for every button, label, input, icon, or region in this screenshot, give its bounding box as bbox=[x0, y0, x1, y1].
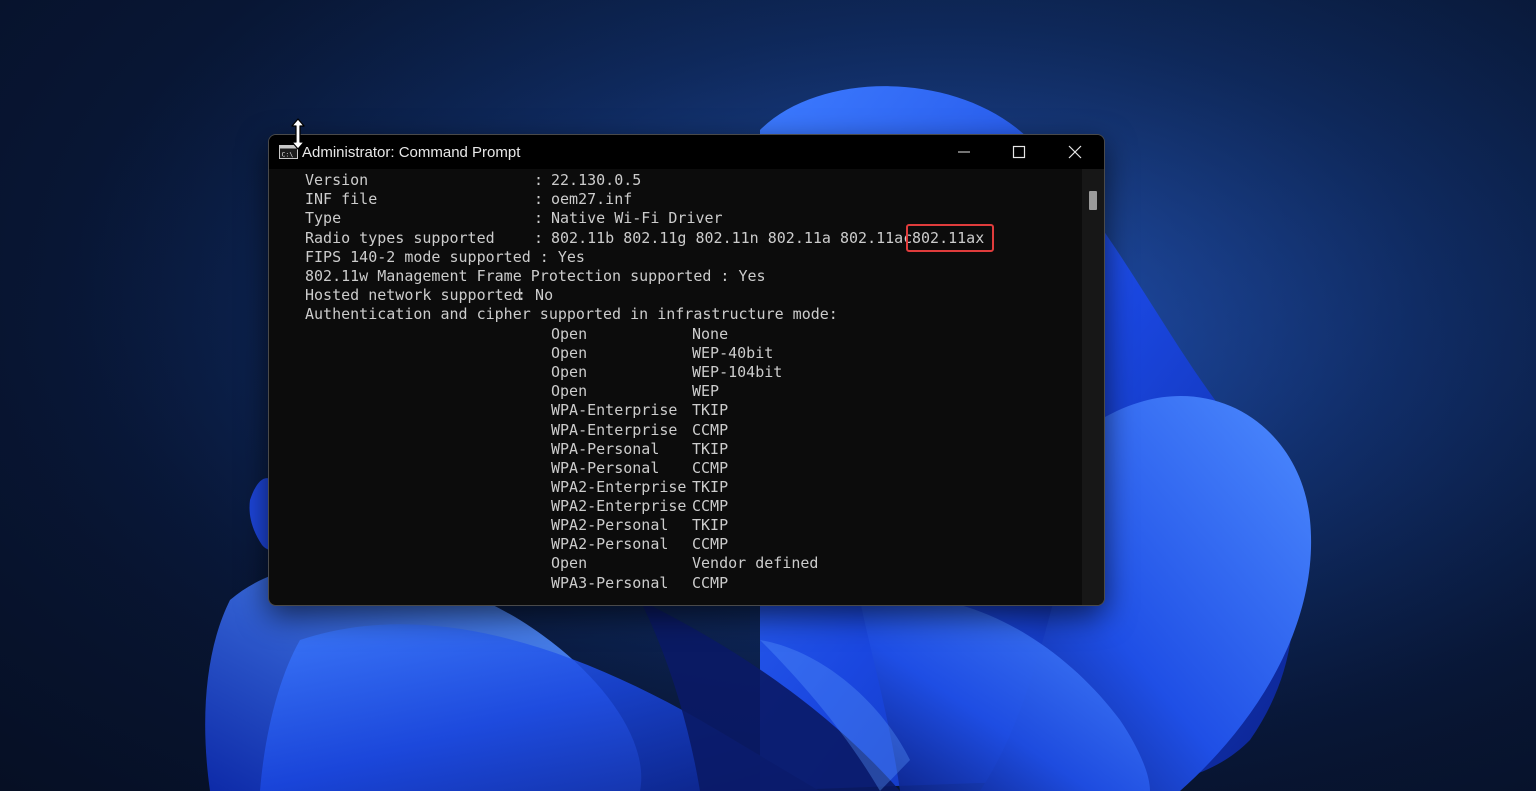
hosted-line: Hosted network supported : No bbox=[269, 286, 553, 305]
auth-method: WPA2-Enterprise bbox=[551, 497, 687, 515]
cipher: CCMP bbox=[692, 421, 729, 439]
cipher: WEP-104bit bbox=[692, 363, 783, 381]
cipher: CCMP bbox=[692, 459, 729, 477]
svg-text:C:\: C:\ bbox=[282, 151, 294, 159]
cipher: TKIP bbox=[692, 516, 729, 534]
auth-method: WPA-Personal bbox=[551, 440, 660, 458]
property-value: Native Wi-Fi Driver bbox=[551, 209, 723, 227]
cipher: TKIP bbox=[692, 478, 729, 496]
separator: : bbox=[534, 171, 544, 189]
cipher: Vendor defined bbox=[692, 554, 819, 572]
property-line: INF file : oem27.inf bbox=[269, 190, 632, 209]
separator: : bbox=[534, 209, 544, 227]
minimize-icon bbox=[958, 151, 970, 153]
cipher: CCMP bbox=[692, 574, 729, 592]
auth-method: WPA2-Personal bbox=[551, 516, 669, 534]
cipher: WEP-40bit bbox=[692, 344, 774, 362]
separator: : bbox=[534, 229, 544, 247]
mfp-text: 802.11w Management Frame Protection supp… bbox=[305, 267, 766, 285]
fips-text: FIPS 140-2 mode supported : Yes bbox=[305, 248, 585, 266]
auth-method: Open bbox=[551, 554, 588, 572]
property-label: Radio types supported bbox=[305, 229, 495, 247]
auth-method: Open bbox=[551, 344, 588, 362]
window-title: Administrator: Command Prompt bbox=[302, 144, 521, 161]
maximize-button[interactable] bbox=[991, 135, 1047, 169]
close-button[interactable] bbox=[1047, 135, 1103, 169]
auth-method: WPA2-Enterprise bbox=[551, 478, 687, 496]
auth-method: WPA2-Personal bbox=[551, 535, 669, 553]
fips-line: FIPS 140-2 mode supported : Yes bbox=[269, 248, 585, 267]
property-value: oem27.inf bbox=[551, 190, 633, 208]
cipher: None bbox=[692, 325, 729, 343]
separator: : bbox=[534, 190, 544, 208]
close-icon bbox=[1068, 145, 1082, 159]
hosted-value: : No bbox=[517, 286, 554, 304]
property-value: 22.130.0.5 bbox=[551, 171, 642, 189]
mfp-line: 802.11w Management Frame Protection supp… bbox=[269, 267, 766, 286]
cipher: TKIP bbox=[692, 401, 729, 419]
maximize-icon bbox=[1012, 145, 1026, 159]
console-output[interactable]: Version : 22.130.0.5 INF file : oem27.in… bbox=[269, 169, 1081, 605]
property-line: Type : Native Wi-Fi Driver bbox=[269, 209, 723, 228]
property-label: Type bbox=[305, 209, 342, 227]
property-label: Version bbox=[305, 171, 369, 189]
auth-method: Open bbox=[551, 325, 588, 343]
resize-cursor-icon bbox=[291, 118, 305, 150]
minimize-button[interactable] bbox=[936, 135, 992, 169]
vertical-scrollbar[interactable] bbox=[1082, 169, 1104, 605]
property-value: 802.11b 802.11g 802.11n 802.11a 802.11ac bbox=[551, 229, 913, 247]
auth-header-line: Authentication and cipher supported in i… bbox=[269, 305, 838, 324]
cipher: TKIP bbox=[692, 440, 729, 458]
title-bar[interactable]: C:\ Administrator: Command Prompt bbox=[269, 135, 1104, 169]
cipher: CCMP bbox=[692, 535, 729, 553]
auth-method: WPA3-Personal bbox=[551, 574, 669, 592]
hosted-label: Hosted network supported bbox=[305, 286, 522, 304]
cipher: WEP bbox=[692, 382, 720, 400]
auth-method: Open bbox=[551, 363, 588, 381]
cipher: CCMP bbox=[692, 497, 729, 515]
property-line: Version : 22.130.0.5 bbox=[269, 171, 641, 190]
auth-method: Open bbox=[551, 382, 588, 400]
auth-method: WPA-Personal bbox=[551, 459, 660, 477]
auth-header: Authentication and cipher supported in i… bbox=[305, 305, 838, 323]
property-label: INF file bbox=[305, 190, 378, 208]
property-line: Radio types supported : 802.11b 802.11g … bbox=[269, 229, 912, 248]
scrollbar-thumb[interactable] bbox=[1089, 191, 1097, 210]
command-prompt-window: C:\ Administrator: Command Prompt Versio… bbox=[268, 134, 1105, 606]
highlighted-radio-type: 802.11ax bbox=[912, 229, 985, 247]
auth-method: WPA-Enterprise bbox=[551, 421, 678, 439]
auth-method: WPA-Enterprise bbox=[551, 401, 678, 419]
